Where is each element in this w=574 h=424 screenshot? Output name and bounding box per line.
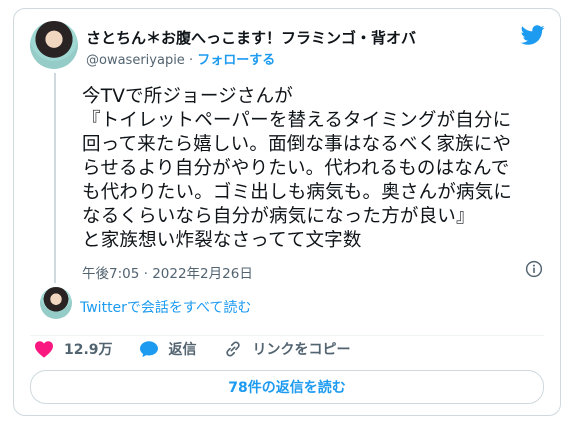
twitter-bird-icon[interactable]	[520, 23, 546, 47]
reply-button[interactable]: 返信	[139, 339, 197, 359]
follow-button[interactable]: フォローする	[197, 53, 275, 68]
copy-link-button[interactable]: リンクをコピー	[223, 339, 351, 359]
copy-link-label: リンクをコピー	[252, 342, 351, 358]
author-avatar[interactable]	[30, 21, 78, 69]
info-icon[interactable]	[525, 260, 543, 278]
read-conversation-link[interactable]: Twitterで会話をすべて読む	[80, 297, 251, 317]
tweet-timestamp[interactable]: 午後7:05 · 2022年2月26日	[82, 262, 253, 282]
tweet-text: 今TVで所ジョージさんが 『トイレットペーパーを替えるタイミングが自分に 回って…	[82, 86, 513, 251]
handle-separator: ·	[188, 53, 194, 68]
viewer-avatar	[40, 287, 72, 319]
reply-label: 返信	[168, 342, 197, 358]
action-bar: 12.9万 返信 リンクをコピー	[34, 339, 377, 359]
author-display-name[interactable]: さとちん＊お腹へっこます！フラミンゴ・背オバ	[86, 27, 416, 48]
heart-icon	[35, 341, 53, 358]
link-icon	[225, 341, 240, 357]
author-handle[interactable]: @owaseriyapie	[86, 53, 185, 68]
author-handle-row: @owaseriyapie · フォローする	[86, 49, 275, 68]
like-button[interactable]: 12.9万	[34, 339, 113, 359]
thread-line	[54, 73, 56, 283]
read-replies-button[interactable]: 78件の返信を読む	[30, 370, 544, 404]
like-count: 12.9万	[64, 342, 113, 358]
tweet-card: さとちん＊お腹へっこます！フラミンゴ・背オバ @owaseriyapie · フ…	[13, 8, 561, 416]
speech-bubble-icon	[139, 341, 158, 358]
divider	[30, 335, 544, 336]
